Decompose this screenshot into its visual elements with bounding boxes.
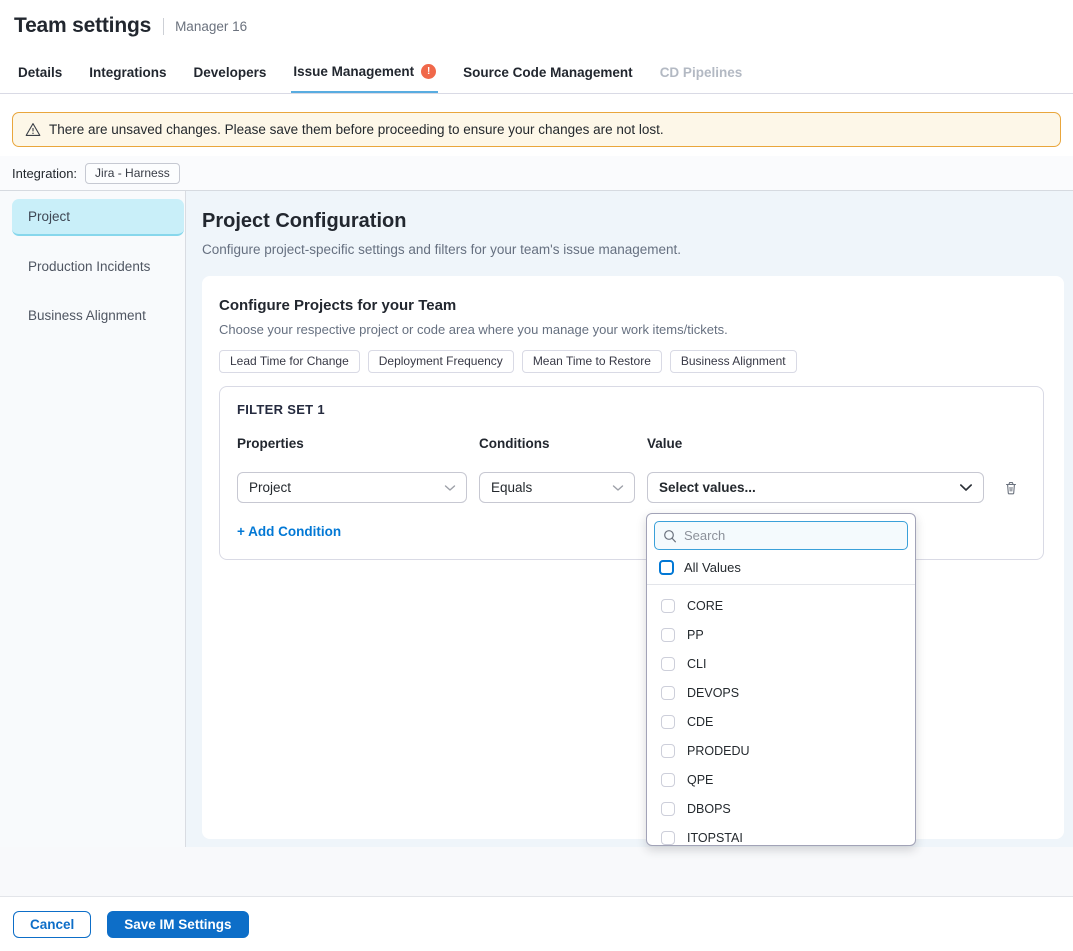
sidebar-item-project[interactable]: Project <box>12 199 184 236</box>
alert-message: There are unsaved changes. Please save t… <box>49 122 664 137</box>
checkbox[interactable] <box>661 657 675 671</box>
value-select-placeholder: Select values... <box>659 480 756 495</box>
option-prodedu[interactable]: PRODEDU <box>654 736 908 765</box>
title-divider <box>163 18 164 35</box>
value-multiselect[interactable]: Select values... <box>647 472 984 503</box>
footer-actions: Cancel Save IM Settings <box>0 896 1073 938</box>
option-core[interactable]: CORE <box>654 591 908 620</box>
chevron-down-icon <box>444 484 456 492</box>
checkbox[interactable] <box>661 831 675 845</box>
option-label: DEVOPS <box>687 686 739 700</box>
property-select-value: Project <box>249 480 291 495</box>
chevron-down-icon <box>612 484 624 492</box>
tab-issue-management-label: Issue Management <box>293 64 414 79</box>
checkbox[interactable] <box>661 802 675 816</box>
card-subtitle: Choose your respective project or code a… <box>219 322 1044 337</box>
integration-label: Integration: <box>12 166 77 181</box>
sidebar-item-business-alignment[interactable]: Business Alignment <box>12 297 184 334</box>
option-label: PRODEDU <box>687 744 750 758</box>
checkbox[interactable] <box>661 599 675 613</box>
tab-bar: Details Integrations Developers Issue Ma… <box>0 52 1073 94</box>
option-qpe[interactable]: QPE <box>654 765 908 794</box>
trash-icon <box>1003 480 1019 496</box>
option-label: ITOPSTAI <box>687 831 743 845</box>
page-header: Team settings Manager 16 <box>0 0 1073 52</box>
value-dropdown-panel: All Values CORE PP CLI DEVOPS CDE PRODED… <box>646 513 916 846</box>
section-title: Project Configuration <box>202 210 1064 233</box>
integration-row: Integration: Jira - Harness <box>0 156 1073 191</box>
condition-select-value: Equals <box>491 480 532 495</box>
tab-details[interactable]: Details <box>16 52 64 93</box>
properties-column-label: Properties <box>237 436 467 451</box>
section-subtitle: Configure project-specific settings and … <box>202 242 1064 257</box>
checkbox[interactable] <box>661 686 675 700</box>
option-cde[interactable]: CDE <box>654 707 908 736</box>
tab-integrations[interactable]: Integrations <box>87 52 168 93</box>
chip-mean-time-to-restore[interactable]: Mean Time to Restore <box>522 350 662 373</box>
condition-select[interactable]: Equals <box>479 472 635 503</box>
sidebar-item-production-incidents[interactable]: Production Incidents <box>12 248 184 285</box>
option-label: CORE <box>687 599 723 613</box>
main-panel: Project Configuration Configure project-… <box>186 191 1073 847</box>
option-cli[interactable]: CLI <box>654 649 908 678</box>
pre-footer-spacer <box>0 847 1073 896</box>
configure-projects-card: Configure Projects for your Team Choose … <box>202 276 1064 839</box>
tab-developers[interactable]: Developers <box>192 52 269 93</box>
chip-lead-time-for-change[interactable]: Lead Time for Change <box>219 350 360 373</box>
dropdown-options-list: CORE PP CLI DEVOPS CDE PRODEDU QPE DBOPS… <box>654 585 908 846</box>
save-im-settings-button[interactable]: Save IM Settings <box>107 911 248 938</box>
tab-cd-pipelines: CD Pipelines <box>658 52 745 93</box>
all-values-option[interactable]: All Values <box>654 550 908 584</box>
option-itopstai[interactable]: ITOPSTAI <box>654 823 908 846</box>
all-values-label: All Values <box>684 560 741 575</box>
option-label: CLI <box>687 657 706 671</box>
checkbox[interactable] <box>661 773 675 787</box>
option-pp[interactable]: PP <box>654 620 908 649</box>
unsaved-changes-alert: There are unsaved changes. Please save t… <box>12 112 1061 147</box>
cancel-button[interactable]: Cancel <box>13 911 91 938</box>
dropdown-search[interactable] <box>654 521 908 550</box>
all-values-checkbox[interactable] <box>659 560 674 575</box>
option-label: PP <box>687 628 704 642</box>
chip-deployment-frequency[interactable]: Deployment Frequency <box>368 350 514 373</box>
content: Project Production Incidents Business Al… <box>0 191 1073 847</box>
tab-issue-management[interactable]: Issue Management ! <box>291 52 438 93</box>
card-title: Configure Projects for your Team <box>219 297 1044 314</box>
metric-chips: Lead Time for Change Deployment Frequenc… <box>219 350 1044 373</box>
search-input[interactable] <box>684 528 899 543</box>
option-label: QPE <box>687 773 713 787</box>
alert-section: There are unsaved changes. Please save t… <box>0 94 1073 156</box>
page-title: Team settings <box>14 14 151 38</box>
chip-business-alignment[interactable]: Business Alignment <box>670 350 797 373</box>
search-icon <box>663 529 677 543</box>
warning-icon <box>25 122 41 137</box>
delete-condition-button[interactable] <box>1003 480 1026 496</box>
checkbox[interactable] <box>661 744 675 758</box>
settings-sidebar: Project Production Incidents Business Al… <box>0 191 186 847</box>
checkbox[interactable] <box>661 628 675 642</box>
filter-set-1: FILTER SET 1 Properties Conditions Value… <box>219 386 1044 560</box>
conditions-column-label: Conditions <box>479 436 635 451</box>
option-label: CDE <box>687 715 713 729</box>
chevron-down-icon <box>959 483 973 492</box>
tab-source-code-management[interactable]: Source Code Management <box>461 52 635 93</box>
team-name: Manager 16 <box>175 19 247 34</box>
integration-chip[interactable]: Jira - Harness <box>85 163 180 184</box>
filter-set-title: FILTER SET 1 <box>237 402 1026 417</box>
option-devops[interactable]: DEVOPS <box>654 678 908 707</box>
property-select[interactable]: Project <box>237 472 467 503</box>
unsaved-changes-badge-icon: ! <box>421 64 436 79</box>
option-label: DBOPS <box>687 802 731 816</box>
checkbox[interactable] <box>661 715 675 729</box>
value-column-label: Value <box>647 436 984 451</box>
option-dbops[interactable]: DBOPS <box>654 794 908 823</box>
